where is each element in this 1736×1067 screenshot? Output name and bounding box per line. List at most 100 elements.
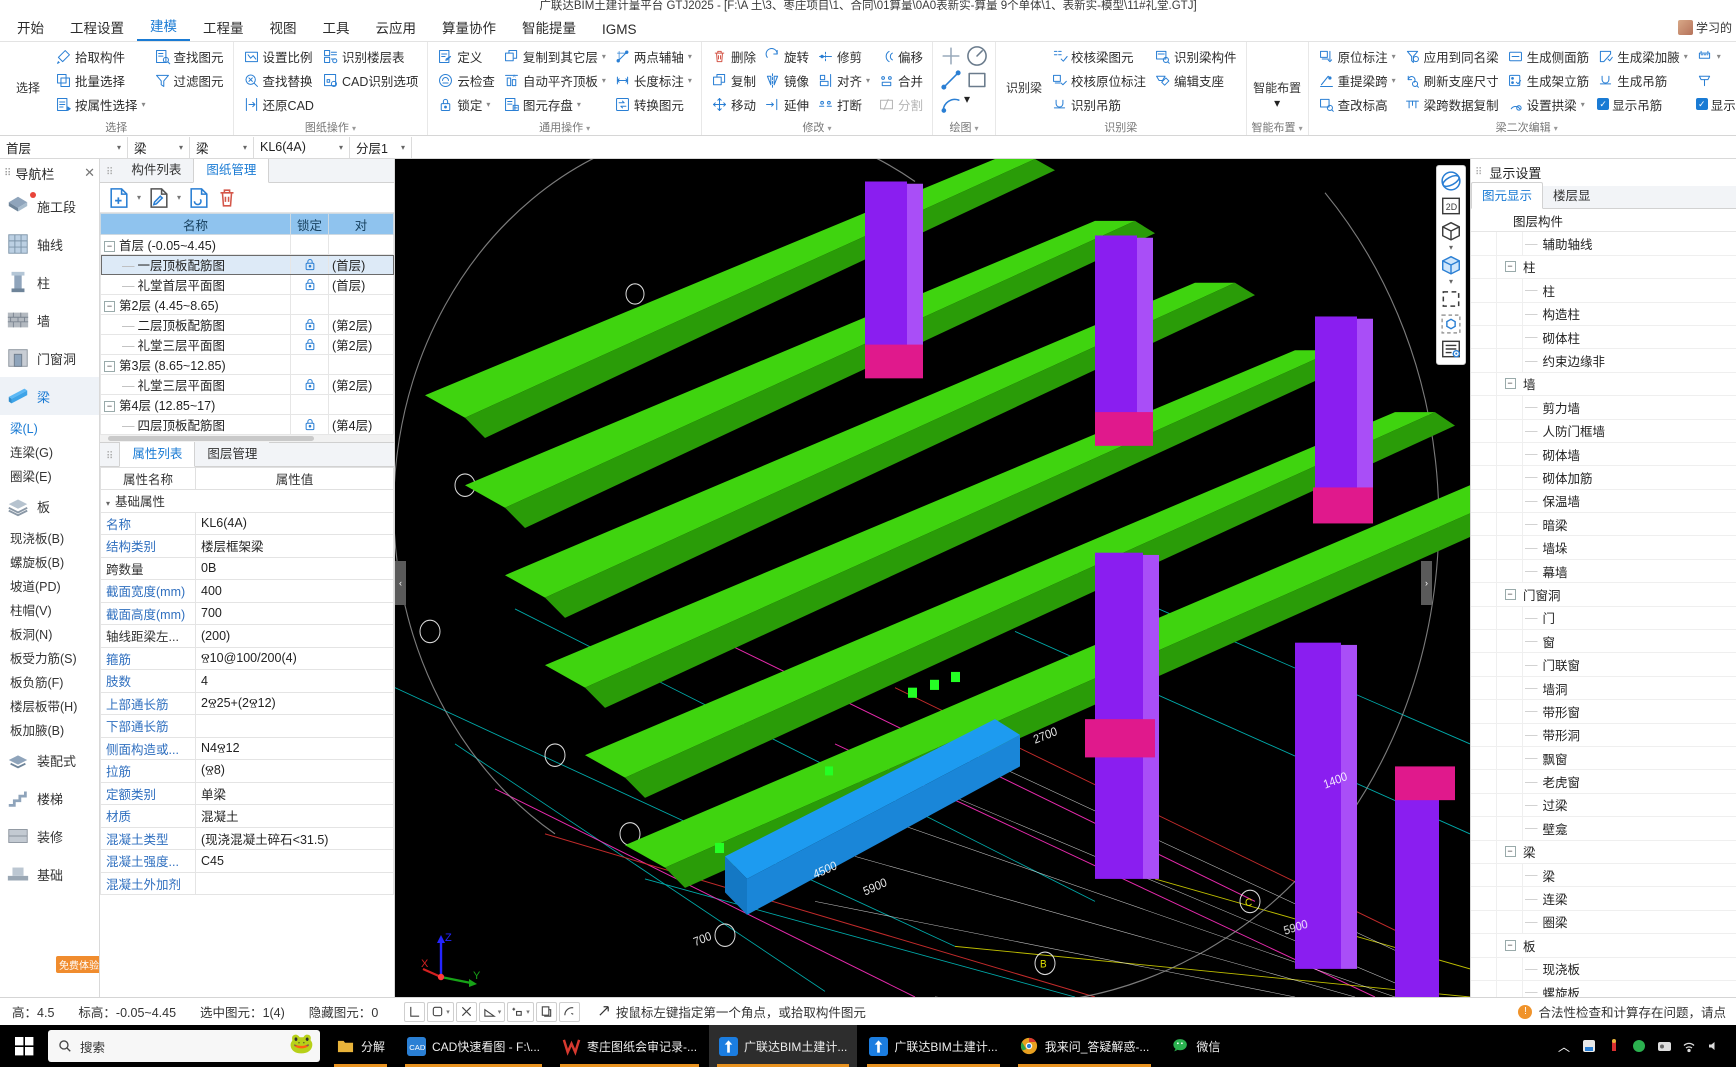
tray-app-icon[interactable]: [1581, 1038, 1597, 1054]
3d-viewport[interactable]: 4500 5900 2700 1400 5900 700 BC ‹ › Z Y …: [395, 159, 1470, 997]
intersection-snap-icon[interactable]: [455, 1001, 477, 1022]
taskbar-item-1[interactable]: CAD CAD快速看图 - F:\...: [397, 1025, 550, 1067]
display-row-连梁[interactable]: — 连梁: [1471, 887, 1736, 911]
ribbon-button-锁定[interactable]: 锁定 ▾: [433, 92, 499, 116]
orbit-icon[interactable]: [1438, 169, 1464, 193]
expander-icon[interactable]: −: [1497, 588, 1523, 600]
ribbon-button-云检查[interactable]: 云检查: [433, 68, 499, 92]
edit-drawing-icon[interactable]: [146, 186, 172, 210]
ribbon-button-查找替换[interactable]: 查找替换: [239, 68, 318, 92]
drawing-horizontal-scrollbar[interactable]: [100, 435, 394, 442]
drag-grip-icon[interactable]: ⠿: [1475, 167, 1482, 178]
expander-icon[interactable]: −: [104, 401, 115, 413]
network-icon[interactable]: [1681, 1038, 1697, 1054]
line-icon[interactable]: [938, 68, 964, 92]
windows-start-icon[interactable]: [0, 1036, 48, 1056]
collapse-right-panel-button[interactable]: ›: [1421, 561, 1432, 606]
taskbar-item-2[interactable]: 枣庄图纸会审记录-...: [552, 1025, 707, 1067]
drawing-row[interactable]: — 四层顶板配筋图 (第4层): [100, 414, 394, 435]
nav-item-圈梁(E)[interactable]: 圈梁(E): [0, 463, 99, 487]
display-row-梁[interactable]: − 梁: [1471, 840, 1736, 864]
status-warning[interactable]: ! 合法性检查和计算存在问题，请点: [1518, 1002, 1736, 1021]
property-value-cell[interactable]: (现浇混凝土碎石<31.5): [195, 826, 394, 850]
display-row-墙洞[interactable]: — 墙洞: [1471, 676, 1736, 701]
drawing-lock-cell[interactable]: [290, 374, 329, 395]
property-row[interactable]: 名称 KL6(4A): [100, 511, 394, 535]
chevron-down-icon[interactable]: ▾: [688, 52, 692, 61]
menu-tab-6[interactable]: 云应用: [363, 15, 430, 41]
expander-icon[interactable]: −: [104, 361, 115, 373]
property-row[interactable]: 混凝土外加剂: [100, 871, 394, 895]
ribbon-button-识别吊筋[interactable]: 识别吊筋: [1047, 92, 1150, 116]
drawing-row[interactable]: − 第2层 (4.45~8.65): [100, 294, 394, 315]
property-row[interactable]: 上部通长筋 2Ⱄ25+(2Ⱄ12): [100, 691, 394, 715]
nav-item-楼层板带(H)[interactable]: 楼层板带(H): [0, 693, 99, 717]
free-trial-badge[interactable]: 免费体验: [56, 956, 99, 973]
nav-category-梁[interactable]: 梁: [0, 377, 99, 415]
property-row[interactable]: 混凝土类型 (现浇混凝土碎石<31.5): [100, 826, 394, 850]
taskbar-item-3[interactable]: 广联达BIM土建计...: [709, 1025, 858, 1067]
tab-element-display[interactable]: 图元显示: [1471, 182, 1544, 209]
nav-item-柱帽(V)[interactable]: 柱帽(V): [0, 597, 99, 621]
nav-category-装修[interactable]: 装修: [0, 817, 99, 855]
nav-item-梁(L)[interactable]: 梁(L): [0, 415, 99, 439]
chevron-down-icon[interactable]: ▾: [1274, 96, 1280, 110]
nav-category-轴线[interactable]: 轴线: [0, 225, 99, 263]
chevron-down-icon[interactable]: ▾: [602, 52, 606, 61]
ribbon-button-显示吊筋[interactable]: ✓ 显示吊筋: [1593, 92, 1692, 116]
display-row-保温墙[interactable]: — 保温墙: [1471, 489, 1736, 514]
drawing-lock-cell[interactable]: [290, 254, 329, 275]
ribbon-button-拾取构件[interactable]: 拾取构件: [51, 44, 150, 68]
drawing-row[interactable]: — 礼堂三层平面图 (第2层): [100, 334, 394, 355]
ribbon-button-旋转[interactable]: 旋转: [760, 44, 813, 68]
ribbon-button-复制[interactable]: 复制: [707, 68, 760, 92]
close-icon[interactable]: ✕: [84, 165, 95, 181]
view-3d-wire-icon[interactable]: [1438, 219, 1464, 243]
chevron-down-icon[interactable]: ▾: [1449, 244, 1453, 252]
taskbar-item-0[interactable]: 分解: [326, 1025, 395, 1067]
delete-drawing-icon[interactable]: [214, 186, 240, 210]
tab-property-list[interactable]: 属性列表: [119, 439, 196, 467]
tab-drawing-management[interactable]: 图纸管理: [193, 159, 270, 183]
ribbon-button-识别楼层表[interactable]: 识别楼层表: [318, 44, 422, 68]
chevron-down-icon[interactable]: ▾: [1717, 52, 1721, 61]
property-row[interactable]: 混凝土强度... C45: [100, 849, 394, 873]
display-row-老虎窗[interactable]: — 老虎窗: [1471, 770, 1736, 794]
property-value-cell[interactable]: (Ⱄ8): [195, 759, 394, 783]
property-row[interactable]: 截面宽度(mm) 400: [100, 579, 394, 603]
ribbon-big-button-6[interactable]: 智能布置 ▾: [1253, 44, 1301, 110]
chevron-down-icon[interactable]: ▾: [866, 76, 870, 85]
property-value-cell[interactable]: 单梁: [195, 781, 394, 805]
nav-item-连梁(G)[interactable]: 连梁(G): [0, 439, 99, 463]
ribbon-button-定义[interactable]: 定义: [433, 44, 499, 68]
display-row-柱[interactable]: − 柱: [1471, 255, 1736, 280]
display-row-构造柱[interactable]: — 构造柱: [1471, 302, 1736, 326]
chevron-down-icon[interactable]: ▾: [171, 143, 183, 152]
checkbox-checked-icon[interactable]: ✓: [1597, 98, 1610, 110]
object-snap-icon[interactable]: ▾: [427, 1001, 454, 1022]
menu-tab-4[interactable]: 视图: [257, 15, 310, 41]
ribbon-button-对齐[interactable]: 对齐 ▾: [813, 68, 874, 92]
tray-blue-icon[interactable]: [1656, 1038, 1672, 1054]
chevron-down-icon[interactable]: ▾: [486, 100, 490, 109]
nav-item-螺旋板(B)[interactable]: 螺旋板(B): [0, 549, 99, 573]
arc-snap-icon[interactable]: [558, 1001, 580, 1022]
display-row-约束边缘非[interactable]: — 约束边缘非: [1471, 349, 1736, 373]
drag-grip-icon[interactable]: ⠿: [100, 451, 119, 466]
property-value-cell[interactable]: KL6(4A): [195, 511, 394, 535]
chevron-down-icon[interactable]: ▾: [352, 124, 356, 133]
display-row-螺旋板[interactable]: — 螺旋板: [1471, 980, 1736, 997]
ribbon-button-镜像[interactable]: 镜像: [760, 68, 813, 92]
property-row[interactable]: 箍筋 Ⱄ10@100/200(4): [100, 646, 394, 670]
display-row-墙[interactable]: − 墙: [1471, 372, 1736, 397]
chevron-down-icon[interactable]: ▾: [975, 124, 979, 133]
chevron-down-icon[interactable]: ▾: [109, 143, 121, 152]
property-value-cell[interactable]: 2Ⱄ25+(2Ⱄ12): [195, 691, 394, 715]
ribbon-button-beam-tool-a-icon[interactable]: ▾: [1692, 44, 1736, 68]
refresh-drawing-icon[interactable]: [186, 186, 212, 210]
ribbon-button-延伸[interactable]: 延伸: [760, 92, 813, 116]
menu-tab-9[interactable]: IGMS: [589, 20, 650, 41]
ribbon-button-CAD识别选项[interactable]: CAD识别选项: [318, 68, 422, 92]
chevron-down-icon[interactable]: ▾: [1449, 278, 1453, 286]
lock-icon[interactable]: [294, 258, 325, 271]
